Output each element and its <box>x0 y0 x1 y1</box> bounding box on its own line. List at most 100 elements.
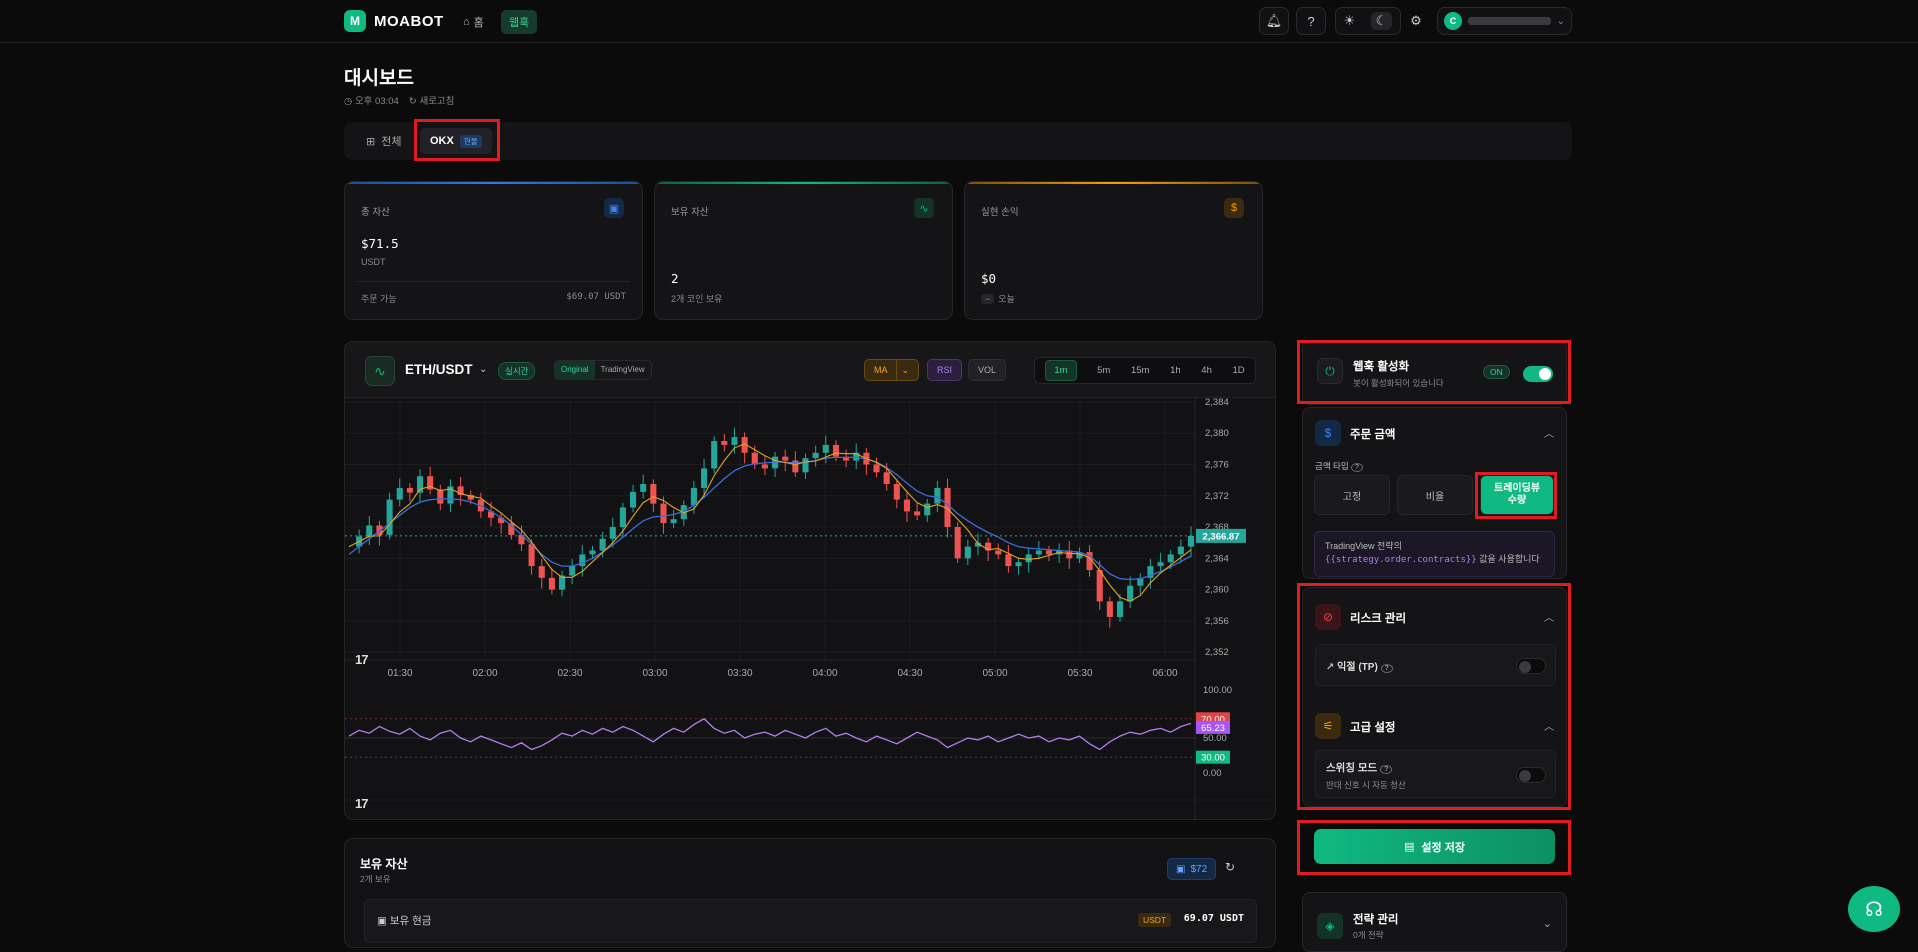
avatar: C <box>1444 12 1462 30</box>
live-badge: 실시간 <box>498 362 536 380</box>
candle-body <box>569 566 576 576</box>
candle-body <box>579 554 586 567</box>
candle-body <box>721 441 728 445</box>
view-tradingview-button[interactable]: TradingView <box>595 361 651 379</box>
chevron-up-icon[interactable]: ︿ <box>1544 609 1554 624</box>
view-original-button[interactable]: Original <box>555 361 595 379</box>
amount-type-tradingview-button[interactable]: 트레이딩뷰 수량 <box>1480 475 1554 515</box>
stat-foot: 주문 가능 $69.07 USDT <box>361 292 626 305</box>
timeframe-4h[interactable]: 4h <box>1201 365 1212 376</box>
candle-body <box>386 499 393 535</box>
candle-body <box>751 452 758 465</box>
save-settings-button[interactable]: ▤ 설정 저장 <box>1314 829 1555 864</box>
nav-home[interactable]: ⌂ 홈 <box>455 10 492 34</box>
tp-toggle[interactable] <box>1516 658 1546 674</box>
tab-okx-label: OKX <box>430 135 454 147</box>
chevron-up-icon[interactable]: ︿ <box>1544 718 1554 733</box>
candle-body <box>1096 570 1103 602</box>
price-tick-label: 2,352 <box>1205 647 1229 658</box>
strategy-panel[interactable]: ◈ 전략 관리 0개 전략 ⌄ <box>1302 892 1567 952</box>
price-tick-label: 2,356 <box>1205 616 1229 627</box>
price-tick-label: 2,380 <box>1205 428 1229 439</box>
refresh-icon[interactable]: ↻ <box>1225 860 1235 874</box>
candle-body <box>934 487 941 504</box>
settings-button[interactable]: ⚙ <box>1401 7 1431 35</box>
wallet-icon: ▣ <box>604 198 624 218</box>
help-circle-icon[interactable]: ? <box>1380 765 1393 774</box>
candle-body <box>883 472 890 485</box>
bell-icon: 🔔︎ <box>1265 13 1283 28</box>
price-chart-card: ∿ ETH/USDT ⌄ 실시간 Original TradingView MA… <box>344 341 1276 820</box>
brand-name: MOABOT <box>374 12 444 30</box>
indicator-ma-button[interactable]: MA ⌄ <box>864 359 919 381</box>
clock-meta: ◷ 오후 03:04 <box>344 93 399 107</box>
amount-type-label-text: 금액 타입 <box>1315 461 1349 471</box>
help-button[interactable]: ? <box>1296 7 1326 35</box>
holdings-title: 보유 자산 <box>360 857 408 871</box>
timeframe-1m[interactable]: 1m <box>1045 360 1077 381</box>
candle-body <box>1025 554 1032 563</box>
candle-body <box>528 544 535 567</box>
candle-body <box>589 550 596 555</box>
power-icon: ⏻ <box>1317 358 1343 384</box>
tp-label-text: 익절 (TP) <box>1337 662 1378 673</box>
candle-body <box>701 468 708 488</box>
candle-body <box>731 437 738 445</box>
indicator-rsi-button[interactable]: RSI <box>927 359 963 381</box>
refresh-button[interactable]: ↻ 새로고침 <box>409 93 455 107</box>
chevron-up-icon[interactable]: ︿ <box>1544 425 1554 440</box>
tab-okx[interactable]: OKX 현물 <box>420 128 492 154</box>
amount-type-label: 금액 타입 ? <box>1315 460 1363 472</box>
switch-label: 스위칭 모드 ? <box>1326 760 1393 775</box>
time-tick-label: 02:00 <box>472 668 497 679</box>
webhook-toggle[interactable] <box>1523 366 1553 382</box>
stat-label: 총 자산 <box>361 207 390 218</box>
brand[interactable]: M MOABOT <box>344 10 444 32</box>
candle-body <box>538 566 545 578</box>
nav-webhook[interactable]: 웹훅 <box>501 10 538 34</box>
switch-mode-row: 스위칭 모드 ? 반대 신호 시 자동 청산 <box>1315 750 1556 798</box>
cash-label: ▣ 보유 현금 <box>377 913 431 928</box>
timeframe-1h[interactable]: 1h <box>1170 365 1181 376</box>
advanced-title: 고급 설정 <box>1350 722 1396 734</box>
chevron-down-icon[interactable]: ⌄ <box>1543 917 1552 930</box>
price-chart-plot[interactable]: 01:30 02:00 02:30 03:00 03:30 04:00 04:30 05:00… <box>345 398 1276 820</box>
pair-label[interactable]: ETH/USDT <box>405 362 473 377</box>
support-button[interactable]: ☊ <box>1848 886 1900 932</box>
refresh-icon: ↻ <box>408 96 417 107</box>
candle-body <box>924 503 931 516</box>
tradingview-note: TradingView 전략의 {{strategy.order.contrac… <box>1314 531 1555 577</box>
indicator-vol-button[interactable]: VOL <box>968 359 1007 381</box>
timeframe-5m[interactable]: 5m <box>1097 365 1110 376</box>
time-tick-label: 04:30 <box>897 668 922 679</box>
candle-body <box>1157 562 1164 567</box>
tab-all-label: 전체 <box>381 136 402 148</box>
theme-toggle[interactable]: ☀ ☾ <box>1335 7 1401 35</box>
stat-topline <box>345 182 642 184</box>
price-tick-label: 2,384 <box>1205 398 1229 408</box>
switch-mode-toggle[interactable] <box>1516 767 1546 783</box>
timeframe-1D[interactable]: 1D <box>1232 365 1244 376</box>
candle-body <box>711 441 718 469</box>
tp-label: ↗ 익절 (TP) ? <box>1326 658 1393 673</box>
amount-type-ratio-button[interactable]: 비율 <box>1397 475 1473 515</box>
grid-icon: ⊞ <box>366 135 376 148</box>
sun-icon[interactable]: ☀ <box>1344 13 1356 29</box>
chevron-down-icon[interactable]: ⌄ <box>895 360 915 380</box>
help-circle-icon[interactable]: ? <box>1380 664 1393 673</box>
amount-type-fixed-button[interactable]: 고정 <box>1314 475 1390 515</box>
notification-button[interactable]: 🔔︎ <box>1259 7 1289 35</box>
user-menu[interactable]: C ⌄ <box>1437 7 1572 35</box>
moon-icon[interactable]: ☾ <box>1370 12 1393 30</box>
tab-all[interactable]: ⊞ 전체 <box>356 128 411 154</box>
candle-body <box>995 550 1002 555</box>
candle-body <box>1045 550 1053 555</box>
timeframe-15m[interactable]: 15m <box>1131 365 1149 376</box>
help-circle-icon[interactable]: ? <box>1351 463 1363 472</box>
candle-body <box>954 527 961 559</box>
page-meta: ◷ 오후 03:04 ↻ 새로고침 <box>344 93 454 107</box>
chevron-down-icon[interactable]: ⌄ <box>479 364 487 375</box>
ma-fast-line <box>348 443 1192 602</box>
save-label: 설정 저장 <box>1421 841 1465 854</box>
clock-icon: ◷ <box>344 96 353 107</box>
